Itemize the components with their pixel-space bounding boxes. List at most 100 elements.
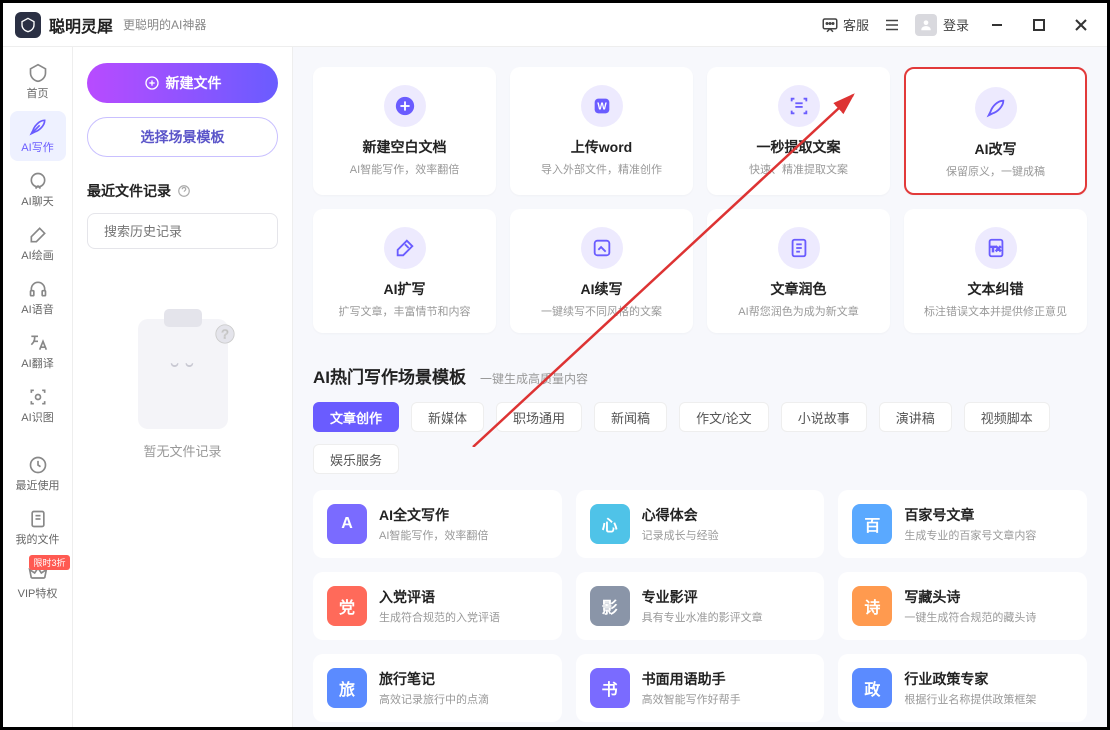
empty-text: 暂无文件记录	[143, 441, 221, 460]
template-card-title: 专业影评	[642, 587, 763, 607]
template-card[interactable]: 百 百家号文章 生成专业的百家号文章内容	[838, 490, 1087, 558]
scan-icon	[28, 387, 48, 407]
template-card-desc: 具有专业水准的影评文章	[642, 609, 763, 625]
plus-circle-icon	[144, 75, 160, 91]
new-file-button[interactable]: 新建文件	[87, 63, 278, 103]
template-card-icon: 百	[852, 504, 892, 544]
empty-state: ˘ ˘? 暂无文件记录	[87, 319, 278, 711]
feature-card-title: AI改写	[975, 139, 1017, 159]
template-card-desc: 高效智能写作好帮手	[642, 691, 741, 707]
template-card-desc: 一键生成符合规范的藏头诗	[904, 609, 1036, 625]
category-tab[interactable]: 娱乐服务	[313, 444, 399, 474]
feature-card-desc: 保留原义，一键成稿	[946, 163, 1045, 179]
question-bubble-icon: ?	[214, 323, 236, 345]
feature-card-title: AI扩写	[384, 279, 426, 299]
feature-card[interactable]: AI续写 一键续写不同风格的文案	[510, 209, 693, 333]
feature-card[interactable]: 一秒提取文案 快速、精准提取文案	[707, 67, 890, 195]
sidebar-item-label: AI识图	[21, 409, 53, 425]
clipboard-illustration-icon: ˘ ˘?	[138, 319, 228, 429]
feature-card-title: AI续写	[581, 279, 623, 299]
main-content: 新建空白文档 AI智能写作，效率翻倍W 上传word 导入外部文件，精准创作 一…	[293, 47, 1107, 727]
template-card[interactable]: 书 书面用语助手 高效智能写作好帮手	[576, 654, 825, 722]
close-button[interactable]	[1067, 11, 1095, 39]
brush-icon	[28, 225, 48, 245]
sidebar-item-vip[interactable]: 限时3折 VIP特权	[10, 557, 66, 607]
feature-card-icon	[384, 85, 426, 127]
template-card[interactable]: 旅 旅行笔记 高效记录旅行中的点滴	[313, 654, 562, 722]
template-card[interactable]: 诗 写藏头诗 一键生成符合规范的藏头诗	[838, 572, 1087, 640]
category-tab[interactable]: 新媒体	[411, 402, 484, 432]
sidebar-item-label: AI写作	[21, 139, 53, 155]
feature-card-icon	[581, 227, 623, 269]
template-card-icon: 书	[590, 668, 630, 708]
login-button[interactable]: 登录	[915, 14, 969, 36]
sidebar-item-ai-chat[interactable]: AI聊天	[10, 165, 66, 215]
sidebar-item-my-files[interactable]: 我的文件	[10, 503, 66, 553]
feature-card-desc: AI帮您润色为成为新文章	[738, 303, 858, 319]
template-card[interactable]: 政 行业政策专家 根据行业名称提供政策框架	[838, 654, 1087, 722]
sidebar-item-ai-writing[interactable]: AI写作	[10, 111, 66, 161]
feature-card[interactable]: AI扩写 扩写文章，丰富情节和内容	[313, 209, 496, 333]
file-icon	[28, 509, 48, 529]
template-grid: A AI全文写作 AI智能写作，效率翻倍心 心得体会 记录成长与经验百 百家号文…	[313, 490, 1087, 722]
customer-service-button[interactable]: 客服	[821, 15, 869, 34]
feature-card-icon: W	[581, 85, 623, 127]
category-tab[interactable]: 职场通用	[496, 402, 582, 432]
search-box[interactable]	[87, 213, 278, 249]
sidebar-item-home[interactable]: 首页	[10, 57, 66, 107]
app-name: 聪明灵犀	[49, 13, 113, 37]
category-tab[interactable]: 演讲稿	[879, 402, 952, 432]
feature-card[interactable]: 文章润色 AI帮您润色为成为新文章	[707, 209, 890, 333]
feature-card[interactable]: W 上传word 导入外部文件，精准创作	[510, 67, 693, 195]
feature-card-desc: 标注错误文本并提供修正意见	[924, 303, 1067, 319]
template-card-icon: 党	[327, 586, 367, 626]
category-tab[interactable]: 新闻稿	[594, 402, 667, 432]
template-card-title: AI全文写作	[379, 505, 488, 525]
search-input[interactable]	[104, 224, 280, 239]
template-card-icon: 旅	[327, 668, 367, 708]
section-header: AI热门写作场景模板 一键生成高质量内容	[313, 363, 1087, 388]
feature-card-icon	[778, 85, 820, 127]
template-card-icon: 影	[590, 586, 630, 626]
category-tab[interactable]: 作文/论文	[679, 402, 769, 432]
template-card-icon: 诗	[852, 586, 892, 626]
minimize-button[interactable]	[983, 11, 1011, 39]
template-card[interactable]: A AI全文写作 AI智能写作，效率翻倍	[313, 490, 562, 558]
feature-card[interactable]: AI改写 保留原义，一键成稿	[904, 67, 1087, 195]
feature-card-icon: T✕	[975, 227, 1017, 269]
maximize-button[interactable]	[1025, 11, 1053, 39]
feature-card-desc: 导入外部文件，精准创作	[541, 161, 662, 177]
sidebar-item-label: 首页	[27, 85, 49, 101]
help-icon[interactable]	[177, 184, 191, 198]
sidebar-item-ai-translate[interactable]: AI翻译	[10, 327, 66, 377]
svg-text:?: ?	[221, 327, 228, 342]
chat-icon	[821, 16, 839, 34]
feature-card[interactable]: T✕ 文本纠错 标注错误文本并提供修正意见	[904, 209, 1087, 333]
menu-icon[interactable]	[883, 16, 901, 34]
sidebar-item-ai-image-rec[interactable]: AI识图	[10, 381, 66, 431]
template-card[interactable]: 心 心得体会 记录成长与经验	[576, 490, 825, 558]
sidebar-item-recent[interactable]: 最近使用	[10, 449, 66, 499]
category-tab[interactable]: 视频脚本	[964, 402, 1050, 432]
template-card[interactable]: 影 专业影评 具有专业水准的影评文章	[576, 572, 825, 640]
discount-badge: 限时3折	[29, 555, 69, 570]
template-card-icon: 心	[590, 504, 630, 544]
recent-files-header: 最近文件记录	[87, 181, 278, 201]
template-card-title: 心得体会	[642, 505, 719, 525]
category-tab[interactable]: 文章创作	[313, 402, 399, 432]
section-title: AI热门写作场景模板	[313, 363, 466, 388]
template-card-desc: 高效记录旅行中的点滴	[379, 691, 489, 707]
category-tab[interactable]: 小说故事	[781, 402, 867, 432]
template-card[interactable]: 党 入党评语 生成符合规范的入党评语	[313, 572, 562, 640]
avatar-placeholder-icon	[915, 14, 937, 36]
sidebar-item-ai-paint[interactable]: AI绘画	[10, 219, 66, 269]
recent-files-title: 最近文件记录	[87, 181, 171, 201]
template-card-desc: 生成符合规范的入党评语	[379, 609, 500, 625]
choose-template-button[interactable]: 选择场景模板	[87, 117, 278, 157]
clock-icon	[28, 455, 48, 475]
feature-card[interactable]: 新建空白文档 AI智能写作，效率翻倍	[313, 67, 496, 195]
feather-icon	[28, 117, 48, 137]
login-label: 登录	[943, 15, 969, 34]
sidebar-item-ai-voice[interactable]: AI语音	[10, 273, 66, 323]
app-tagline: 更聪明的AI神器	[123, 16, 206, 33]
